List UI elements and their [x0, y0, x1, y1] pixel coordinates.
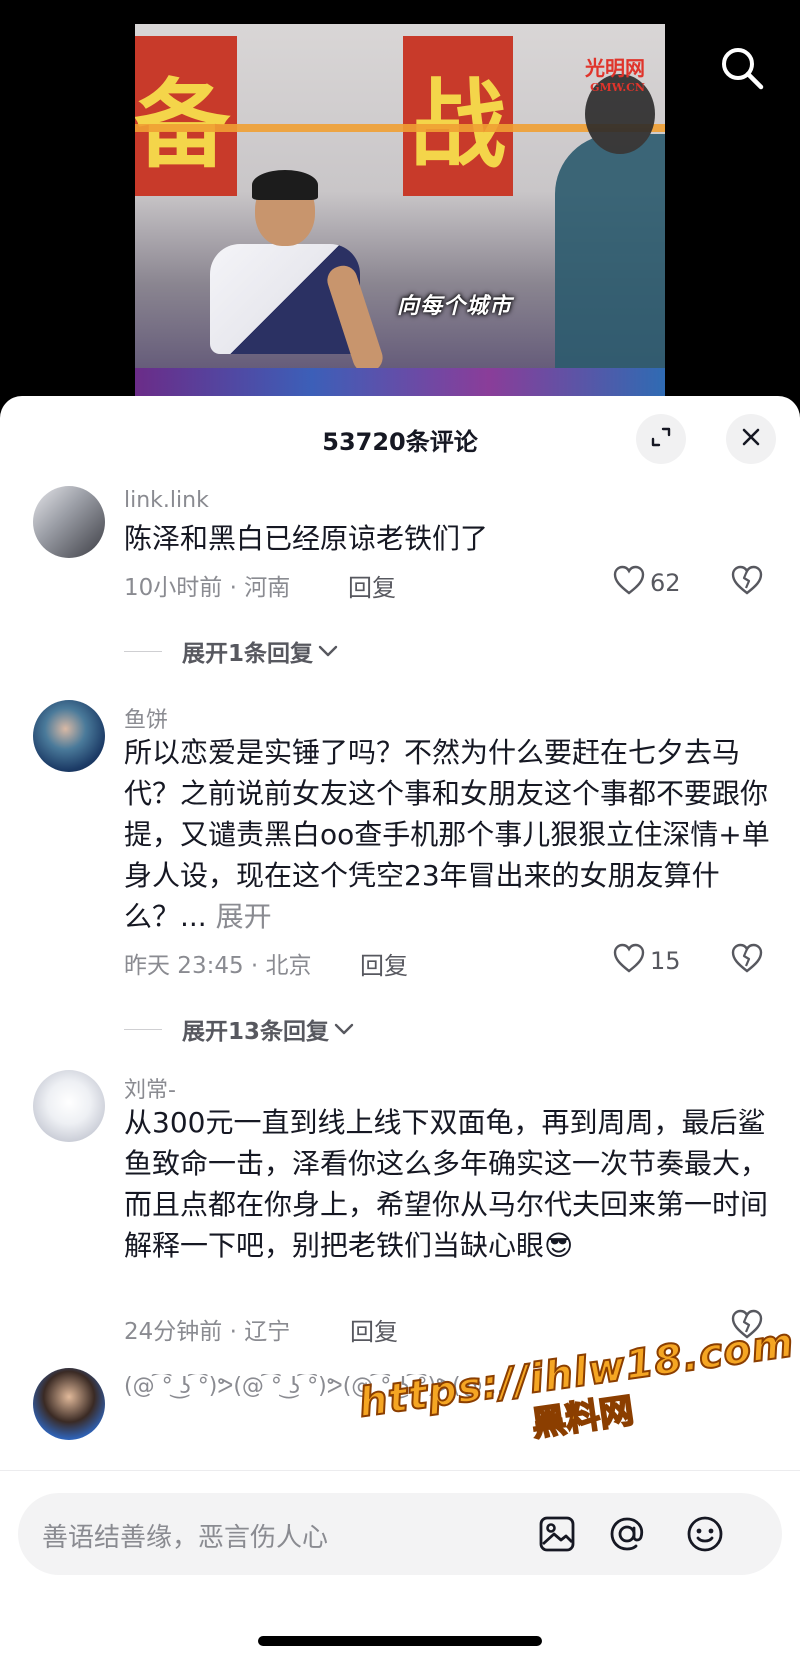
video-subtitle: 向每个城市 [397, 294, 513, 319]
comment-item: (@ ͡° ͜ʖ ͡°)ᕗ(@ ͡° ͜ʖ ͡°)ᕗ(@ ͡° ͜ʖ ͡°)ᕗ(… [0, 1368, 800, 1468]
search-icon[interactable] [718, 44, 766, 92]
comment-username[interactable]: 鱼饼 [124, 702, 168, 734]
expand-replies[interactable]: 展开13条回复 [124, 1012, 355, 1046]
expand-icon [650, 426, 672, 452]
comment-text: 陈泽和黑白已经原谅老铁们了 [124, 522, 489, 555]
comment-item: 鱼饼 所以恋爱是实锤了吗？不然为什么要赶在七夕去马代？之前说前女友这个事和女朋友… [0, 698, 800, 1058]
avatar[interactable] [33, 486, 105, 558]
video-frame[interactable]: 备 战 光明网 GMW.CN 向每个城市 [135, 24, 665, 396]
dislike-icon[interactable] [730, 564, 764, 600]
dislike-icon[interactable] [730, 942, 764, 978]
show-more-link[interactable]: 展开 [207, 900, 272, 933]
video-banner-right: 战 [403, 36, 513, 196]
expand-button[interactable] [636, 414, 686, 464]
avatar[interactable] [33, 1368, 105, 1440]
avatar[interactable] [33, 1070, 105, 1142]
video-bottom-strip [135, 368, 665, 396]
video-second-figure [555, 74, 665, 394]
reply-button[interactable]: 回复 [360, 946, 408, 981]
comment-username[interactable]: link.link [124, 488, 209, 513]
avatar[interactable] [33, 700, 105, 772]
comment-input[interactable]: 善语结善缘，恶言伤人心 [18, 1493, 782, 1575]
comment-text: 从300元一直到线上线下双面龟，再到周周，最后鲨鱼致命一击，泽看你这么多年确实这… [124, 1106, 769, 1262]
reply-button[interactable]: 回复 [350, 1312, 398, 1347]
comment-username[interactable]: 刘常- [124, 1072, 176, 1104]
video-player-figure [190, 170, 387, 394]
like-button[interactable]: 62 [612, 564, 681, 602]
video-banner-left: 备 [135, 36, 237, 196]
dislike-icon[interactable] [730, 1308, 764, 1344]
chevron-down-icon [317, 638, 339, 664]
comment-input-placeholder: 善语结善缘，恶言伤人心 [42, 1523, 329, 1553]
video-logo: 光明网 GMW.CN [585, 56, 645, 94]
close-button[interactable] [726, 414, 776, 464]
heart-icon [612, 564, 646, 602]
at-icon[interactable] [604, 1511, 650, 1557]
comment-item: 刘常- 从300元一直到线上线下双面龟，再到周周，最后鲨鱼致命一击，泽看你这么多… [0, 1068, 800, 1358]
comment-meta: 昨天 23:45 · 北京 [124, 953, 312, 979]
comment-item: link.link 陈泽和黑白已经原谅老铁们了 10小时前 · 河南 回复 62… [0, 484, 800, 684]
like-count: 15 [650, 947, 681, 975]
chevron-down-icon [333, 1016, 355, 1042]
video-player[interactable]: 备 战 光明网 GMW.CN 向每个城市 [0, 0, 800, 400]
home-indicator[interactable] [258, 1636, 542, 1646]
image-icon[interactable] [534, 1511, 580, 1557]
comment-meta: 10小时前 · 河南 [124, 575, 291, 601]
like-button[interactable]: 15 [612, 942, 681, 980]
reply-button[interactable]: 回复 [348, 568, 396, 603]
like-count: 62 [650, 569, 681, 597]
close-icon [740, 426, 762, 452]
expand-replies[interactable]: 展开1条回复 [124, 634, 339, 668]
heart-icon [612, 942, 646, 980]
comment-username[interactable]: (@ ͡° ͜ʖ ͡°)ᕗ(@ ͡° ͜ʖ ͡°)ᕗ(@ ͡° ͜ʖ ͡°)ᕗ(… [124, 1374, 724, 1399]
comment-composer: 善语结善缘，恶言伤人心 [0, 1470, 800, 1659]
emoji-icon[interactable] [682, 1511, 728, 1557]
comment-sheet-header: 53720条评论 [0, 396, 800, 480]
comment-meta: 24分钟前 · 辽宁 [124, 1319, 291, 1345]
comment-text: 所以恋爱是实锤了吗？不然为什么要赶在七夕去马代？之前说前女友这个事和女朋友这个事… [124, 736, 770, 933]
